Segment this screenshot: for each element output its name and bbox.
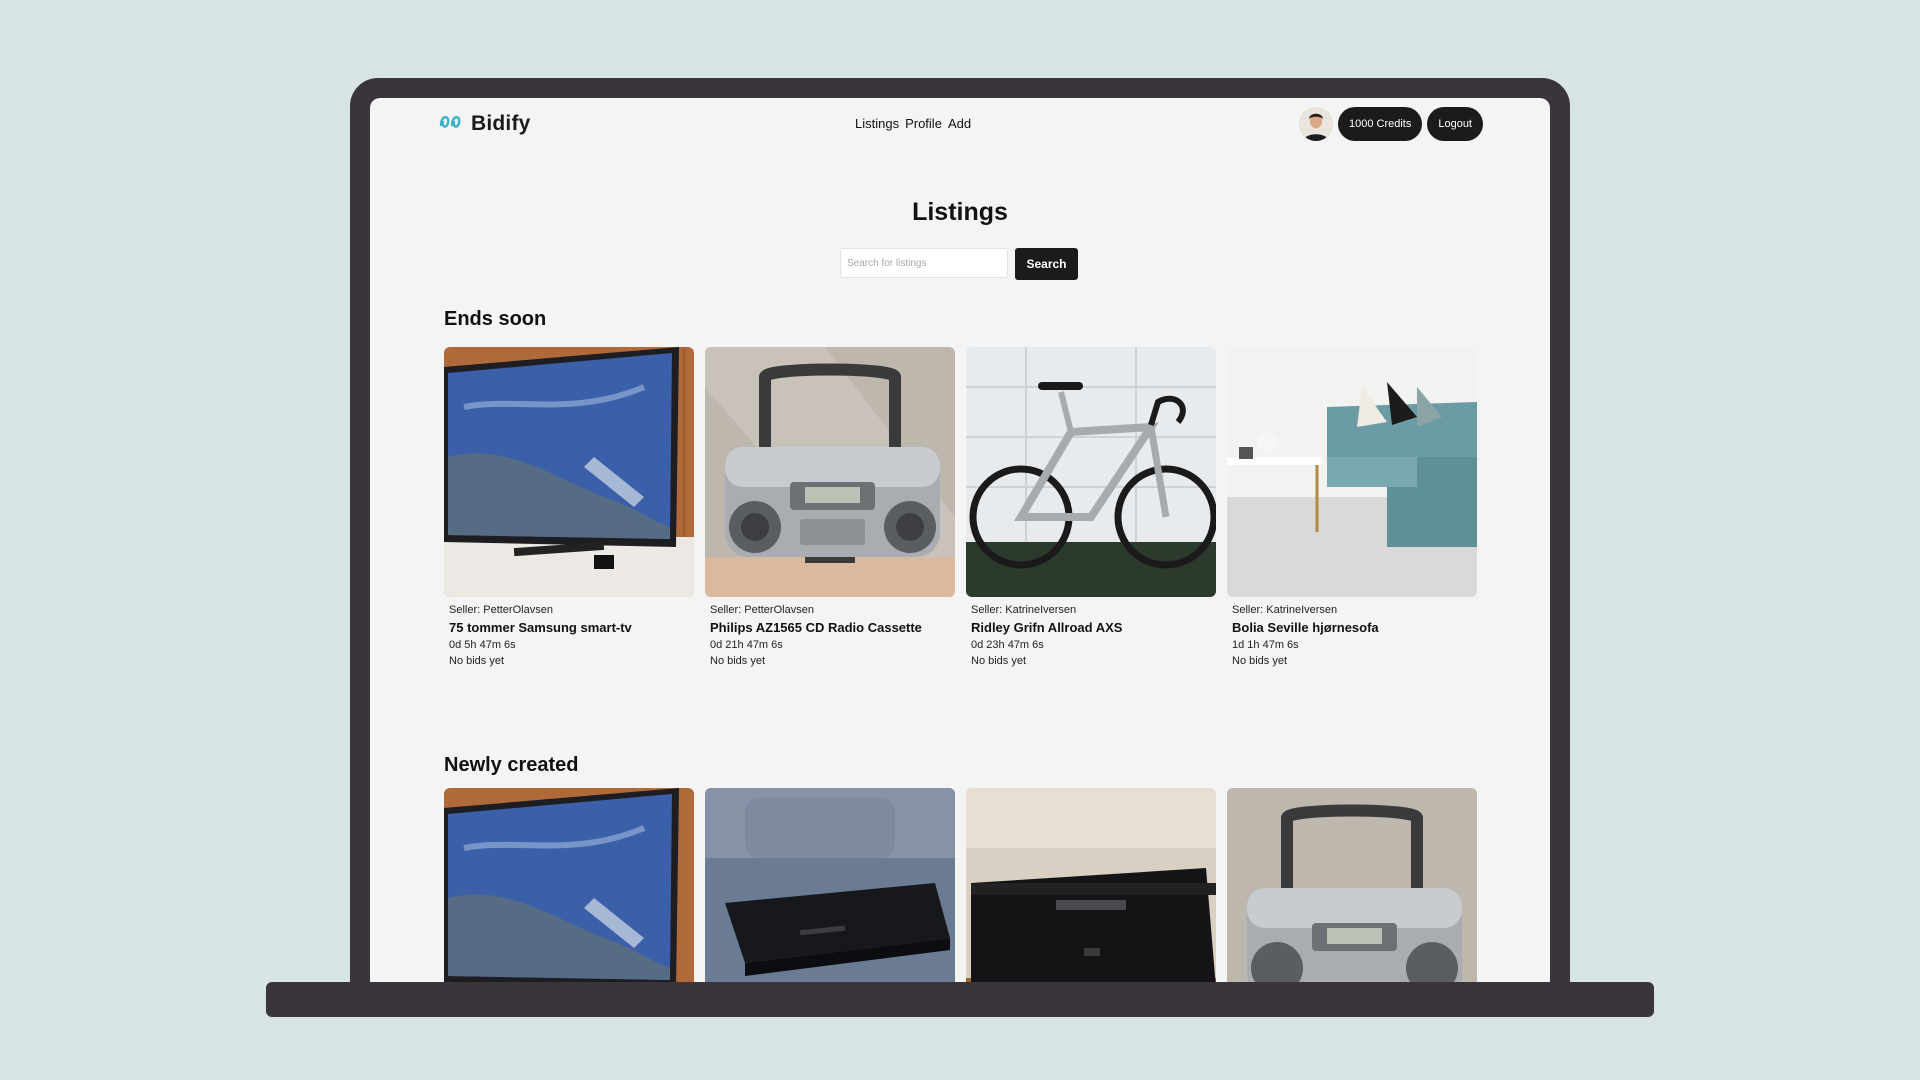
listing-image-tv <box>444 788 694 982</box>
listing-time-left: 1d 1h 47m 6s <box>1232 639 1299 651</box>
credits-button[interactable]: 1000 Credits <box>1337 107 1423 141</box>
listing-card[interactable]: Seller: PetterOlavsen 75 tommer Samsung … <box>444 347 694 667</box>
listing-bids: No bids yet <box>1232 655 1288 667</box>
nav-add[interactable]: Add <box>948 116 971 131</box>
listing-card[interactable] <box>444 788 694 982</box>
nav-profile[interactable]: Profile <box>905 116 942 131</box>
listing-seller: Seller: KatrineIversen <box>1232 604 1338 616</box>
listing-image-bicycle <box>966 347 1216 597</box>
listing-card[interactable]: Seller: PetterOlavsen Philips AZ1565 CD … <box>705 347 955 667</box>
listing-bids: No bids yet <box>710 655 766 667</box>
brand-name: Bidify <box>471 111 531 135</box>
listing-time-left: 0d 5h 47m 6s <box>449 639 516 651</box>
nav-listings[interactable]: Listings <box>855 116 899 131</box>
listing-title: Bolia Seville hjørnesofa <box>1232 620 1379 635</box>
listing-seller: Seller: PetterOlavsen <box>449 604 553 616</box>
listing-bids: No bids yet <box>971 655 1027 667</box>
listing-time-left: 0d 21h 47m 6s <box>710 639 783 651</box>
bidify-logo-icon <box>439 111 467 136</box>
search-bar: Search <box>840 248 1078 280</box>
brand-logo[interactable]: Bidify <box>439 111 531 136</box>
listing-title: Ridley Grifn Allroad AXS <box>971 620 1123 635</box>
listing-title: 75 tommer Samsung smart-tv <box>449 620 632 635</box>
header: Bidify Listings Profile Add 1000 Credits… <box>370 98 1550 158</box>
listing-title: Philips AZ1565 CD Radio Cassette <box>710 620 922 635</box>
avatar[interactable] <box>1298 107 1333 141</box>
listing-card[interactable]: Seller: KatrineIversen Bolia Seville hjø… <box>1227 347 1477 667</box>
ends-soon-grid: Seller: PetterOlavsen 75 tommer Samsung … <box>444 347 1477 667</box>
listing-seller: Seller: KatrineIversen <box>971 604 1077 616</box>
main-nav: Listings Profile Add <box>855 116 971 131</box>
listing-image-boombox <box>705 347 955 597</box>
listing-time-left: 0d 23h 47m 6s <box>971 639 1044 651</box>
listing-image-tv <box>444 347 694 597</box>
search-input[interactable] <box>840 248 1008 278</box>
search-button[interactable]: Search <box>1015 248 1078 280</box>
section-title-newly-created: Newly created <box>444 754 579 776</box>
listing-image-boombox <box>1227 788 1477 982</box>
account-area: 1000 Credits Logout <box>1298 107 1483 141</box>
listing-image-sofa <box>1227 347 1477 597</box>
listing-card[interactable] <box>705 788 955 982</box>
listing-seller: Seller: PetterOlavsen <box>710 604 814 616</box>
newly-created-grid <box>444 788 1477 982</box>
section-title-ends-soon: Ends soon <box>444 308 547 330</box>
listing-card[interactable]: Seller: KatrineIversen Ridley Grifn Allr… <box>966 347 1216 667</box>
listing-card[interactable] <box>1227 788 1477 982</box>
listing-image-cd-player <box>705 788 955 982</box>
laptop-base <box>266 982 1654 1017</box>
page-title: Listings <box>912 198 1008 226</box>
listing-card[interactable] <box>966 788 1216 982</box>
listing-bids: No bids yet <box>449 655 505 667</box>
logout-button[interactable]: Logout <box>1427 107 1483 141</box>
listing-image-amplifier <box>966 788 1216 982</box>
app-screen: Bidify Listings Profile Add 1000 Credits… <box>370 98 1550 982</box>
